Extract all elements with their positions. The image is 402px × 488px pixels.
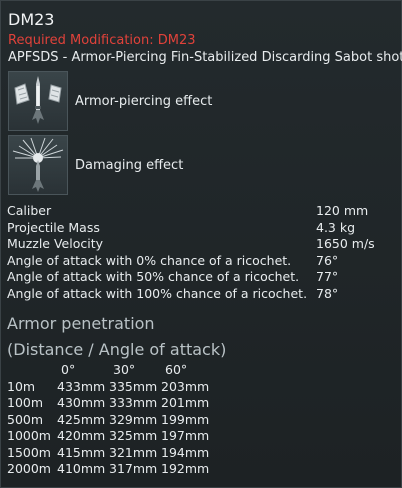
table-row: 2000m 410mm 317mm 192mm [7,461,213,478]
stat-ricochet-50: Angle of attack with 50% chance of a ric… [7,269,397,286]
armor-piercing-icon [8,71,68,131]
stat-value: 1650 m/s [316,236,375,251]
shell-name: DM23 [8,10,55,29]
stat-label: Projectile Mass [7,219,100,235]
stats-list: Caliber 120 mm Projectile Mass 4.3 kg Mu… [7,203,397,302]
stat-value: 77° [316,269,339,284]
stat-ricochet-0: Angle of attack with 0% chance of a rico… [7,253,397,270]
stat-label: Muzzle Velocity [7,236,104,251]
penetration-cell: 433mm [57,378,106,394]
penetration-cell: 194mm [161,444,210,460]
angle-header: 30° [113,362,136,377]
stat-label: Caliber [7,203,52,218]
required-prefix: Required Modification: [8,33,158,48]
stat-value: 4.3 kg [316,219,356,235]
penetration-cell: 203mm [161,378,210,394]
distance-cell: 1000m [7,428,51,443]
penetration-cell: 335mm [109,378,158,394]
damaging-effect-icon [8,135,68,195]
penetration-title: Armor penetration [7,314,155,333]
table-row: 1500m 415mm 321mm 194mm [7,445,213,462]
penetration-cell: 430mm [57,395,106,410]
penetration-cell: 192mm [161,461,210,476]
penetration-header-row: 0° 30° 60° [7,362,213,379]
distance-header [7,362,57,379]
penetration-cell: 420mm [57,428,106,443]
penetration-cell: 415mm [57,444,106,460]
shell-tooltip: DM23 Required Modification: DM23 APFSDS … [0,0,402,488]
penetration-cell: 317mm [109,461,158,476]
table-row: 10m 433mm 335mm 203mm [7,379,213,396]
stat-value: 76° [316,252,339,268]
distance-cell: 500m [7,411,44,427]
penetration-cell: 333mm [109,395,158,410]
angle-header: 0° [61,362,76,377]
distance-cell: 100m [7,395,44,410]
penetration-table: 0° 30° 60° 10m 433mm 335mm 203mm 100m 43… [7,362,213,478]
penetration-subtitle: (Distance / Angle of attack) [7,340,227,359]
effect-label: Damaging effect [75,157,184,173]
penetration-cell: 321mm [109,444,158,460]
penetration-cell: 197mm [161,428,210,443]
distance-cell: 10m [7,378,36,394]
effect-label: Armor-piercing effect [75,93,213,109]
angle-header: 60° [165,362,188,377]
penetration-cell: 201mm [161,395,210,410]
stat-label: Angle of attack with 50% chance of a ric… [7,269,300,284]
distance-cell: 1500m [7,444,51,460]
stat-label: Angle of attack with 100% chance of a ri… [7,285,308,301]
stat-value: 120 mm [316,203,369,218]
penetration-cell: 425mm [57,411,106,427]
table-row: 500m 425mm 329mm 199mm [7,412,213,429]
stat-label: Angle of attack with 0% chance of a rico… [7,252,292,268]
required-modification: Required Modification: DM23 [8,33,196,48]
ammo-type: APFSDS - Armor-Piercing Fin-Stabilized D… [8,50,402,65]
required-mod-name: DM23 [157,33,196,48]
distance-cell: 2000m [7,461,51,476]
table-row: 1000m 420mm 325mm 197mm [7,428,213,445]
effect-row-damaging: Damaging effect [8,135,183,195]
stat-caliber: Caliber 120 mm [7,203,397,220]
penetration-cell: 410mm [57,461,106,476]
stat-value: 78° [316,285,339,301]
table-row: 100m 430mm 333mm 201mm [7,395,213,412]
stat-muzzle-velocity: Muzzle Velocity 1650 m/s [7,236,397,253]
penetration-cell: 199mm [161,411,210,427]
stat-projectile-mass: Projectile Mass 4.3 kg [7,220,397,237]
penetration-cell: 325mm [109,428,158,443]
stat-ricochet-100: Angle of attack with 100% chance of a ri… [7,286,397,303]
penetration-cell: 329mm [109,411,158,427]
effect-row-armor-piercing: Armor-piercing effect [8,71,212,131]
